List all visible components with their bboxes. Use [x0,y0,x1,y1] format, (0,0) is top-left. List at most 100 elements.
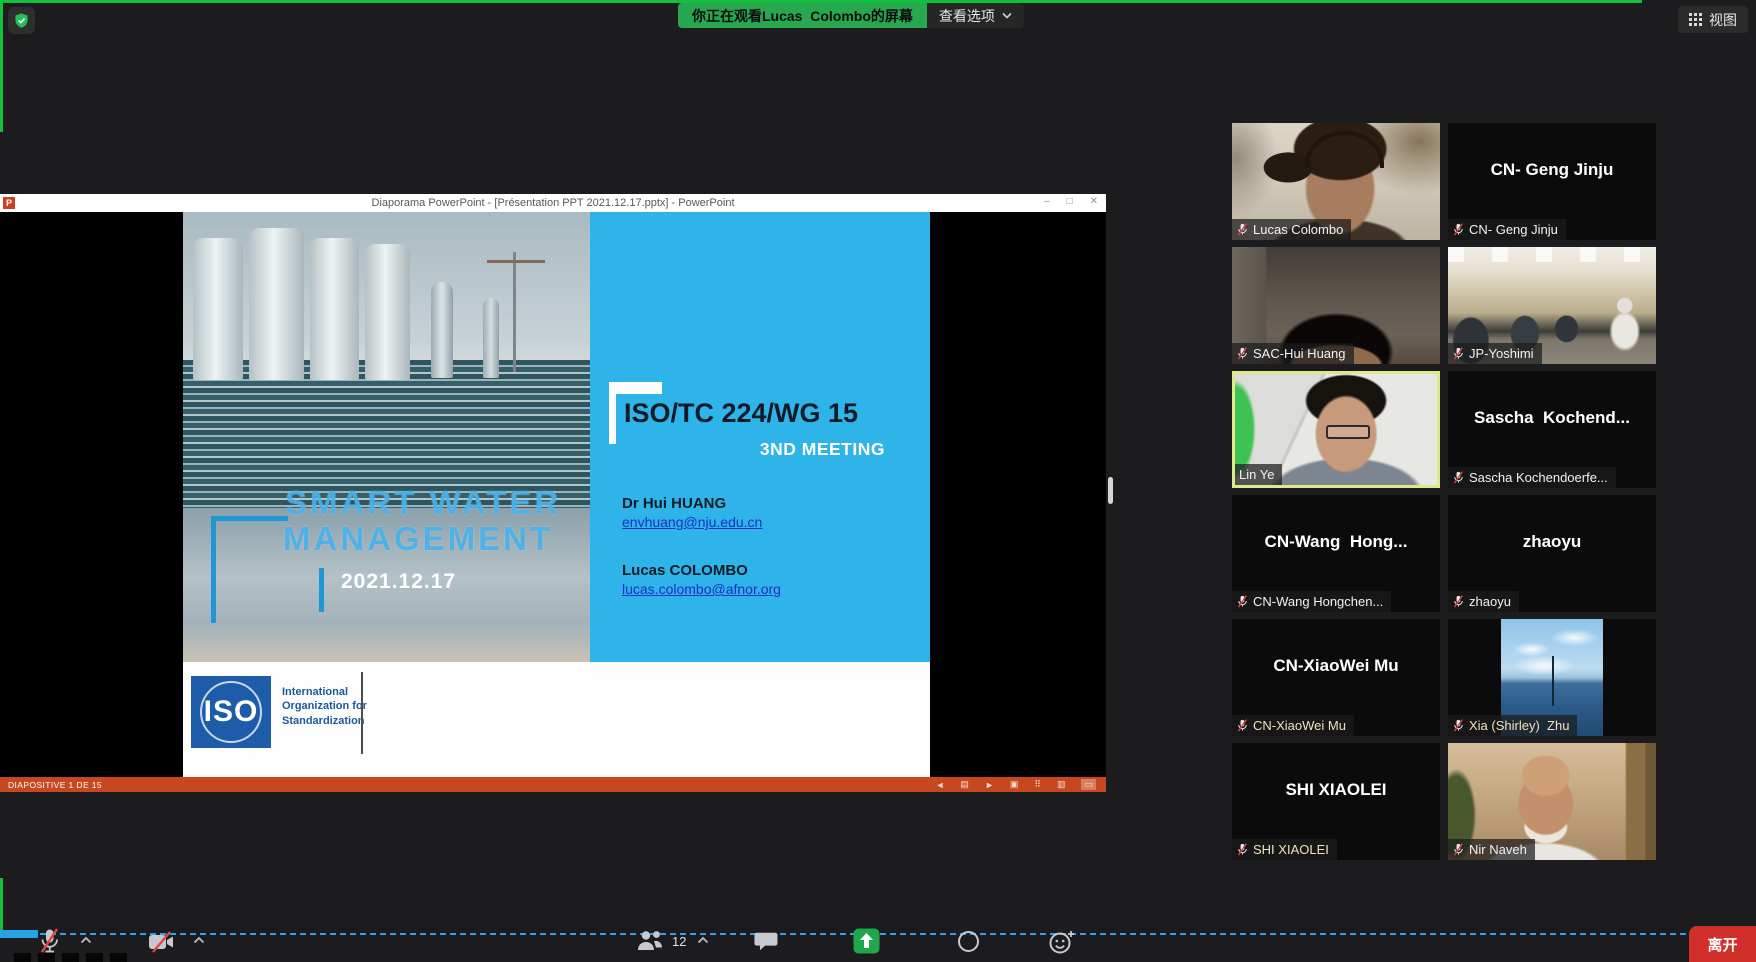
iso-logo: ISO [191,676,271,748]
muted-camera-icon [146,931,178,953]
participant-tile-shi[interactable]: SHI XIAOLEI SHI XIAOLEI [1232,743,1440,860]
shield-check-icon [13,12,30,29]
slide: SMART WATER MANAGEMENT 2021.12.17 ISO/TC… [183,212,930,777]
muted-mic-icon [1236,843,1249,856]
participant-name-label: Lin Ye [1239,467,1274,482]
slide-blue-panel: ISO/TC 224/WG 15 3ND MEETING Dr Hui HUAN… [590,212,930,662]
clipped-text-fragment [14,953,127,962]
participant-center-name: zhaoyu [1448,532,1656,552]
reactions-button[interactable] [1048,929,1076,955]
muted-mic-icon [1236,719,1249,732]
watermark-line1: SMART WATER [285,484,561,522]
blue-corner-bracket [211,516,288,623]
participant-name-label: CN-Wang Hongchen... [1253,594,1383,609]
chevron-up-icon [80,936,92,944]
chat-icon [753,930,779,954]
participant-center-name: SHI XIAOLEI [1232,780,1440,800]
participant-name-chip: CN-XiaoWei Mu [1232,715,1354,736]
slide-counter: DIAPOSITIVE 1 DE 15 [0,780,102,790]
photo-tank [431,282,453,378]
presenter2-name: Lucas COLOMBO [622,562,748,579]
participant-name-chip: SHI XIAOLEI [1232,839,1337,860]
muted-mic-icon [1452,347,1465,360]
participant-tile-xiaowei[interactable]: CN-XiaoWei MuCN-XiaoWei Mu [1232,619,1440,736]
participant-name-label: Sascha Kochendoerfe... [1469,470,1608,485]
photo-tank [310,238,359,380]
participant-tile-lucas[interactable]: Lucas Colombo [1232,123,1440,240]
screen-watch-bar: 你正在观看Lucas Colombo的屏幕 查看选项 [678,3,1024,28]
previous-slide-icon[interactable]: ◄ [936,780,945,790]
participant-name-chip: CN- Geng Jinju [1448,219,1566,240]
reading-view-icon[interactable]: ▥ [1057,779,1066,790]
slide-sorter-icon[interactable]: ⠿ [1034,779,1041,790]
participants-icon [634,929,666,953]
participant-name-chip: CN-Wang Hongchen... [1232,591,1391,612]
photo-crane [513,252,516,372]
mic-options-chevron[interactable] [80,936,92,944]
photo-tank [249,228,304,380]
chevron-up-icon [193,936,205,944]
video-button[interactable] [146,931,178,953]
mute-button[interactable] [36,927,63,955]
share-border-left-upper [0,0,3,132]
presenter1-email-link[interactable]: envhuang@nju.edu.cn [622,514,762,530]
participant-name-label: Lucas Colombo [1253,222,1343,237]
participant-tile-huang[interactable]: SAC-Hui Huang [1232,247,1440,364]
next-slide-icon[interactable]: ► [985,780,994,790]
presenter2-email-link[interactable]: lucas.colombo@afnor.org [622,581,781,597]
share-border-left-lower [0,878,3,934]
view-options-button[interactable]: 查看选项 [927,3,1024,28]
layout-divider-handle[interactable] [1108,477,1113,504]
meeting-number: 3ND MEETING [590,439,885,460]
participant-name-label: Xia (Shirley) Zhu [1469,718,1569,733]
date-tick-bar [319,568,324,612]
participant-name-chip: Lin Ye [1235,464,1282,485]
window-controls: – □ ✕ [1044,196,1098,207]
slide-footer-band: ISO International Organization for Stand… [183,662,930,777]
participants-button[interactable]: 12 [634,929,686,953]
watching-banner: 你正在观看Lucas Colombo的屏幕 [678,3,927,28]
participant-name-chip: Xia (Shirley) Zhu [1448,715,1577,736]
normal-view-icon[interactable]: ▣ [1010,779,1019,790]
participants-chevron[interactable] [697,936,709,944]
participant-name-label: CN-XiaoWei Mu [1253,718,1346,733]
close-button[interactable]: ✕ [1090,196,1098,207]
participant-name-chip: zhaoyu [1448,591,1519,612]
participant-tile-sascha[interactable]: Sascha Kochend...Sascha Kochendoerfe... [1448,371,1656,488]
pen-icon[interactable]: ▤ [960,779,969,790]
participants-count: 12 [672,934,686,949]
participant-name-chip: Nir Naveh [1448,839,1535,860]
footer-divider [361,672,363,754]
minimize-button[interactable]: – [1044,196,1050,207]
slideshow-icon[interactable]: ▭ [1081,779,1096,790]
restore-button[interactable]: □ [1067,196,1073,207]
security-button[interactable] [8,7,35,34]
record-icon [956,929,981,954]
presenter1-name: Dr Hui HUANG [622,495,726,512]
participant-name-label: CN- Geng Jinju [1469,222,1558,237]
leave-meeting-button[interactable]: 离开 [1689,926,1756,962]
powerpoint-window-title: Diaporama PowerPoint - [Présentation PPT… [0,197,1106,209]
iso-caption: International Organization for Standardi… [282,685,384,728]
participant-tile-wang[interactable]: CN-Wang Hong... CN-Wang Hongchen... [1232,495,1440,612]
share-screen-button[interactable] [853,928,880,954]
chat-button[interactable] [753,930,779,954]
participant-tile-zhaoyu[interactable]: zhaoyu zhaoyu [1448,495,1656,612]
muted-mic-icon [1452,843,1465,856]
reactions-smiley-icon [1048,929,1076,955]
participant-name-chip: Sascha Kochendoerfe... [1448,467,1616,488]
participant-gallery: Lucas Colombo CN- Geng JinjuCN- Geng Jinj… [1232,123,1656,860]
participant-tile-linye[interactable]: Lin Ye [1232,371,1440,488]
participant-tile-yoshimi[interactable]: JP-Yoshimi [1448,247,1656,364]
participant-center-name: CN-Wang Hong... [1232,532,1440,552]
slide-title: ISO/TC 224/WG 15 [624,398,858,429]
view-layout-button[interactable]: 视图 [1678,6,1748,33]
record-button[interactable] [956,929,981,954]
participant-tile-xia[interactable]: Xia (Shirley) Zhu [1448,619,1656,736]
muted-mic-icon [1236,595,1249,608]
participant-name-label: SHI XIAOLEI [1253,842,1329,857]
participant-tile-nir[interactable]: Nir Naveh [1448,743,1656,860]
participant-tile-geng[interactable]: CN- Geng JinjuCN- Geng Jinju [1448,123,1656,240]
statusbar-icons: ◄ ▤ ► ▣ ⠿ ▥ ▭ [936,779,1107,790]
video-options-chevron[interactable] [193,936,205,944]
